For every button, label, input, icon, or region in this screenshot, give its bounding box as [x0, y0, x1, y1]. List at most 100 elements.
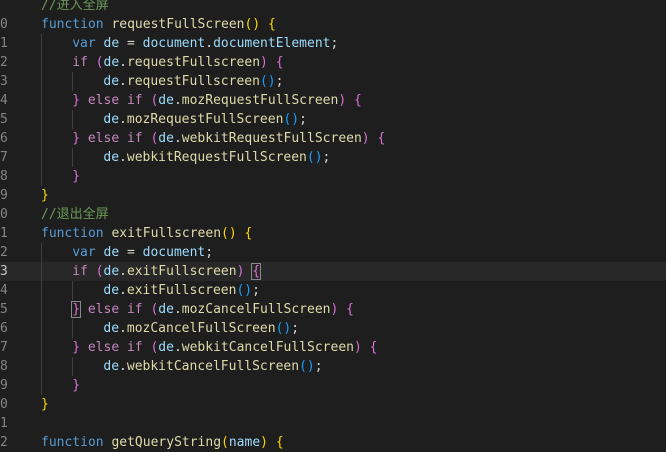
- code-token: ): [338, 93, 347, 108]
- code-line[interactable]: 9}: [0, 186, 666, 205]
- line-number: 0: [0, 207, 8, 222]
- code-line[interactable]: 5} else if (de.mozCancelFullScreen) {: [0, 300, 666, 319]
- code-text: function exitFullscreen() {: [41, 224, 252, 243]
- code-line[interactable]: 4 de.exitFullscreen();: [0, 281, 666, 300]
- code-token: }: [72, 378, 81, 393]
- code-token: if: [72, 55, 88, 70]
- indent-guide: [41, 281, 42, 300]
- indent-guide: [41, 34, 42, 53]
- code-token: ;: [330, 36, 339, 51]
- code-line[interactable]: 7} else if (de.webkitCancelFullScreen) {: [0, 338, 666, 357]
- indent-guide: [41, 357, 42, 376]
- code-token: .: [119, 74, 127, 89]
- code-line[interactable]: 6 de.mozCancelFullScreen();: [0, 319, 666, 338]
- code-token: ;: [205, 245, 214, 260]
- code-token: var: [72, 36, 96, 51]
- indent-guide: [41, 72, 42, 91]
- code-line[interactable]: 3 if (de.exitFullscreen) {: [0, 262, 666, 281]
- code-token: var: [72, 245, 96, 260]
- code-token: de: [103, 321, 120, 336]
- code-token: de: [158, 93, 174, 108]
- code-token: document: [142, 245, 206, 260]
- line-number: 1: [0, 226, 8, 241]
- code-token: documentElement: [213, 36, 331, 51]
- line-number: 9: [0, 188, 8, 203]
- code-token: name: [228, 435, 261, 450]
- code-line[interactable]: 1: [0, 414, 666, 433]
- code-line[interactable]: 5 de.mozRequestFullScreen();: [0, 110, 666, 129]
- indent-guide: [41, 243, 42, 262]
- indent-guide: [72, 319, 74, 338]
- code-line[interactable]: 1 var de = document.documentElement;: [0, 34, 666, 53]
- indent-guide: [41, 262, 42, 281]
- code-token: .: [173, 131, 182, 146]
- code-text: } else if (de.webkitRequestFullScreen) {: [72, 129, 385, 148]
- code-text: function requestFullScreen() {: [41, 15, 276, 34]
- code-token: .: [173, 340, 182, 355]
- code-token: de: [103, 150, 120, 165]
- code-editor[interactable]: //进入全屏 0 function requestFullScreen() {1 va…: [0, 0, 666, 452]
- code-token: //退出全屏: [41, 207, 109, 222]
- code-line[interactable]: 2 if (de.requestFullscreen) {: [0, 53, 666, 72]
- code-text: }: [72, 376, 80, 395]
- code-token: (: [95, 264, 104, 279]
- code-line[interactable]: 8 de.webkitCancelFullScreen();: [0, 357, 666, 376]
- code-token: exitFullscreen: [126, 283, 237, 298]
- code-token: .: [119, 321, 127, 336]
- line-number: 6: [0, 131, 8, 146]
- code-token: .: [119, 55, 127, 70]
- line-number: 3: [0, 74, 8, 89]
- code-line[interactable]: 4} else if (de.mozRequestFullScreen) {: [0, 91, 666, 110]
- code-text: if (de.requestFullscreen) {: [72, 53, 283, 72]
- code-line[interactable]: 1 function exitFullscreen() {: [0, 224, 666, 243]
- code-line[interactable]: //进入全屏: [0, 0, 666, 15]
- line-number: 2: [0, 435, 8, 450]
- code-token: de: [103, 245, 120, 260]
- code-token: ;: [275, 74, 284, 89]
- indent-guide: [41, 53, 42, 72]
- code-token: else if: [87, 340, 143, 355]
- code-token: }: [41, 188, 49, 203]
- code-line[interactable]: 2 function getQueryString(name) {: [0, 433, 666, 452]
- code-token: de: [103, 283, 120, 298]
- code-line[interactable]: 7 de.webkitRequestFullScreen();: [0, 148, 666, 167]
- code-line[interactable]: 8}: [0, 167, 666, 186]
- indent-guide: [72, 281, 74, 300]
- code-text: if (de.exitFullscreen) {: [72, 262, 262, 281]
- code-text: de.mozCancelFullScreen();: [103, 319, 299, 338]
- code-token: if: [72, 264, 88, 279]
- code-line[interactable]: 0 //退出全屏: [0, 205, 666, 224]
- code-line[interactable]: 3 de.requestFullscreen();: [0, 72, 666, 91]
- code-token: =: [119, 245, 143, 260]
- line-number: 0: [0, 397, 8, 412]
- line-number: 9: [0, 378, 8, 393]
- code-token: de: [103, 264, 120, 279]
- code-text: de.exitFullscreen();: [103, 281, 260, 300]
- code-line[interactable]: 0 function requestFullScreen() {: [0, 15, 666, 34]
- code-line[interactable]: 9}: [0, 376, 666, 395]
- code-line[interactable]: 0}: [0, 395, 666, 414]
- indent-guide: [72, 72, 74, 91]
- code-token: (): [283, 112, 300, 127]
- code-token: mozCancelFullScreen: [181, 302, 331, 317]
- code-line[interactable]: 6 } else if (de.webkitRequestFullScreen) …: [0, 129, 666, 148]
- code-text: de.requestFullscreen();: [103, 72, 283, 91]
- code-text: de.mozRequestFullScreen();: [103, 110, 307, 129]
- code-token: requestFullScreen: [111, 17, 245, 32]
- indent-guide: [72, 110, 74, 129]
- code-token: de: [103, 112, 120, 127]
- code-token: exitFullscreen: [111, 226, 222, 241]
- code-text: de.webkitCancelFullScreen();: [103, 357, 322, 376]
- code-line[interactable]: 2 var de = document;: [0, 243, 666, 262]
- code-text: }: [72, 167, 80, 186]
- line-number: 2: [0, 55, 8, 70]
- code-token: =: [119, 36, 143, 51]
- code-token: (): [306, 150, 323, 165]
